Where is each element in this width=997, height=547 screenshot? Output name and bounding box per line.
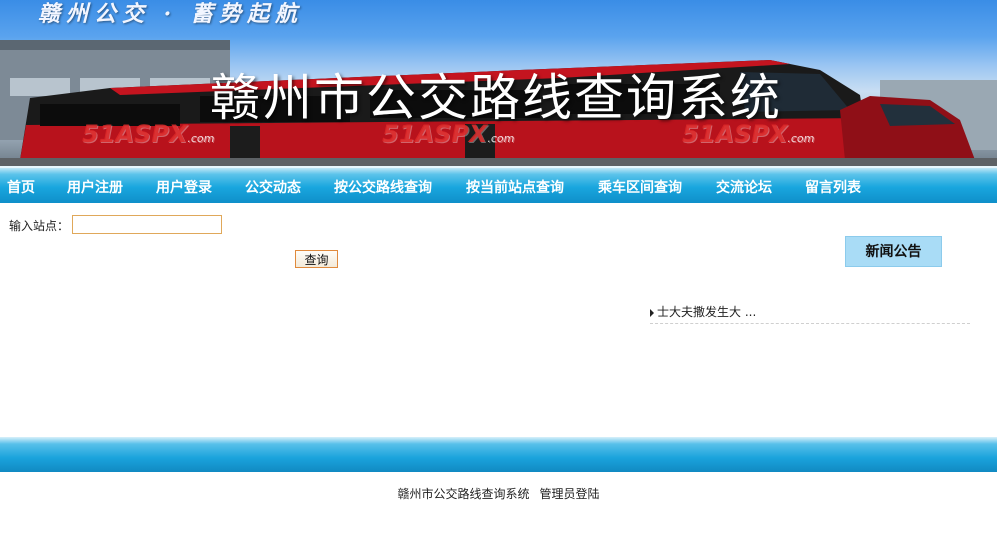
station-input-label: 输入站点：	[9, 219, 70, 233]
station-input[interactable]	[72, 215, 222, 234]
nav-route-query[interactable]: 按公交路线查询	[334, 177, 432, 197]
nav-interval-query[interactable]: 乘车区间查询	[598, 177, 682, 197]
bullet-arrow-icon	[650, 308, 654, 317]
query-button[interactable]: 查询	[295, 250, 338, 268]
footer-bar	[0, 437, 997, 472]
watermark-logo: 51ASPX.com	[382, 120, 515, 148]
admin-login-link[interactable]: 管理员登陆	[540, 487, 600, 501]
footer: 赣州市公交路线查询系统 管理员登陆	[0, 485, 997, 502]
watermark-logo: 51ASPX.com	[682, 120, 815, 148]
footer-system-name: 赣州市公交路线查询系统	[397, 487, 530, 501]
nav-user-register[interactable]: 用户注册	[67, 177, 123, 197]
news-heading: 新闻公告	[845, 236, 942, 267]
header-banner: 赣州公交 · 蓄势起航 赣州市公交路线查询系统 51ASPX.com 51ASP…	[0, 0, 997, 166]
nav-home[interactable]: 首页	[7, 177, 35, 197]
nav-user-login[interactable]: 用户登录	[156, 177, 212, 197]
watermark-logo: 51ASPX.com	[82, 120, 215, 148]
main-nav: 首页 用户注册 用户登录 公交动态 按公交路线查询 按当前站点查询 乘车区间查询…	[0, 166, 997, 203]
nav-station-query[interactable]: 按当前站点查询	[466, 177, 564, 197]
news-list-item[interactable]: 士大夫撒发生大 ...	[650, 303, 970, 324]
nav-message-list[interactable]: 留言列表	[805, 177, 861, 197]
nav-bus-news[interactable]: 公交动态	[245, 177, 301, 197]
nav-forum[interactable]: 交流论坛	[716, 177, 772, 197]
banner-slogan: 赣州公交 · 蓄势起航	[38, 1, 303, 27]
news-title[interactable]: 士大夫撒发生大 ...	[657, 305, 756, 319]
